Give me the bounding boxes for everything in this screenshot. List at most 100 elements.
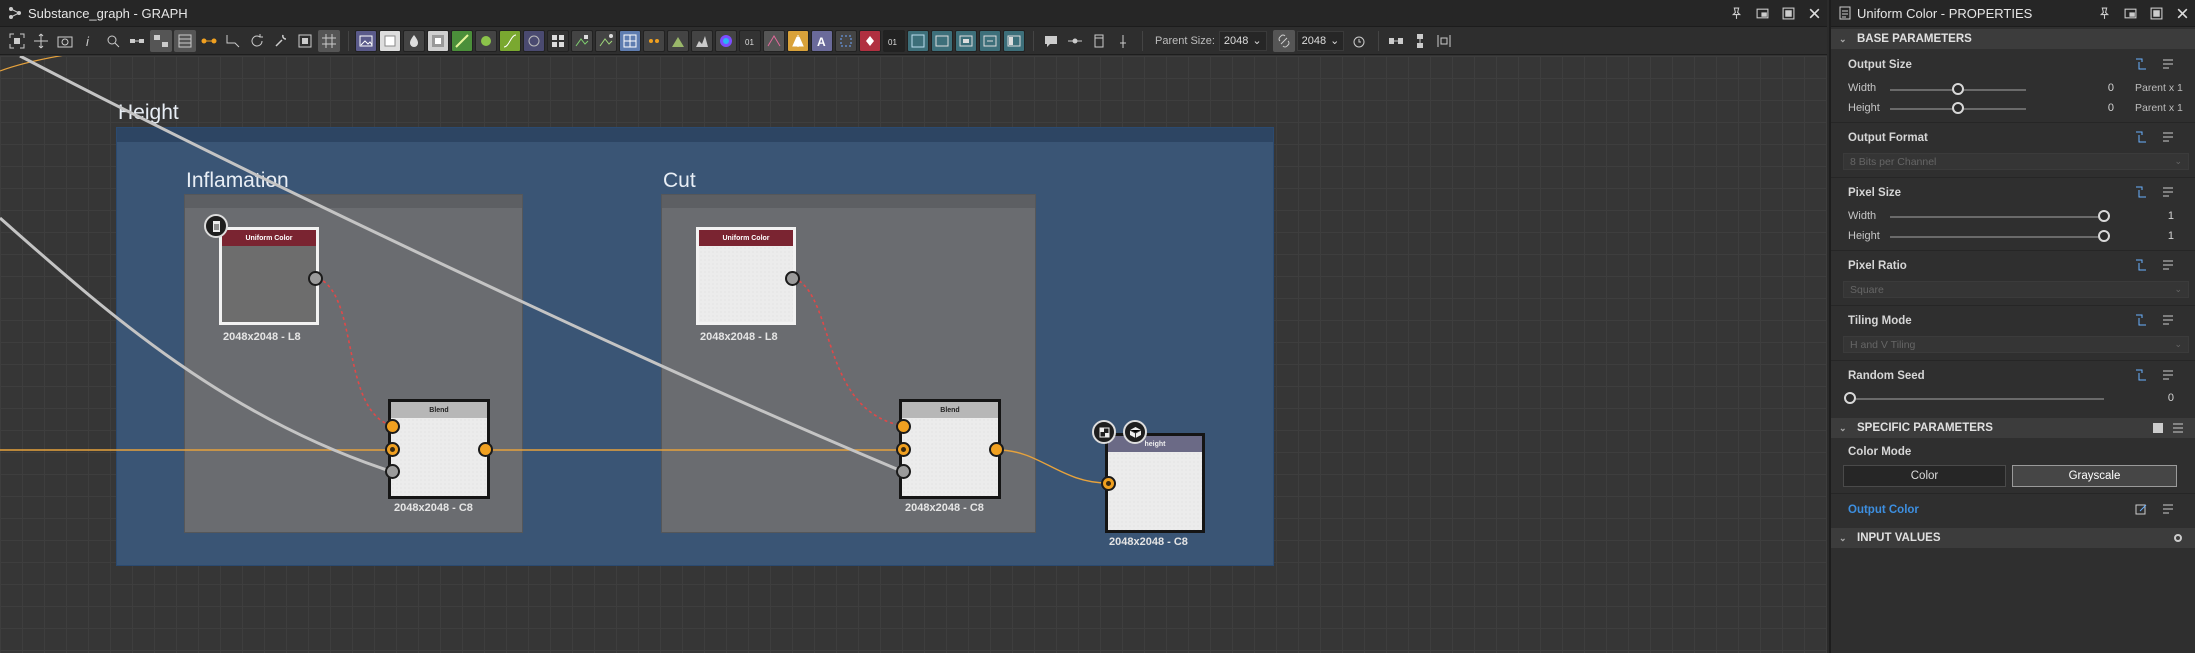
node-uniform-color-2[interactable]: Uniform Color <box>696 227 796 325</box>
wrench-icon[interactable] <box>270 30 292 52</box>
input-gray-icon[interactable] <box>979 29 1001 52</box>
node-uniform-color-1[interactable]: Uniform Color <box>219 227 319 325</box>
inheritance-icon[interactable] <box>2134 130 2148 144</box>
export-icon[interactable] <box>294 30 316 52</box>
output-node-icon[interactable] <box>907 29 929 52</box>
pixel-ratio-select[interactable]: Square ⌄ <box>1843 281 2189 298</box>
histogram-node-icon[interactable] <box>691 29 713 52</box>
output-port[interactable] <box>478 442 493 457</box>
input-image-icon[interactable] <box>931 29 953 52</box>
pan-icon[interactable] <box>30 30 52 52</box>
section-specific-parameters[interactable]: ⌄ SPECIFIC PARAMETERS <box>1831 418 2195 438</box>
pin-icon[interactable] <box>2095 4 2113 22</box>
inheritance-icon[interactable] <box>2134 185 2148 199</box>
curve-node-icon[interactable] <box>499 29 521 52</box>
gear-icon[interactable] <box>2171 531 2185 545</box>
gradient-node-icon[interactable] <box>451 29 473 52</box>
random-seed-slider[interactable] <box>1850 398 2104 400</box>
pixel-height-handle[interactable] <box>2098 230 2110 242</box>
link-red-1[interactable] <box>317 277 394 427</box>
inheritance-icon[interactable] <box>2134 258 2148 272</box>
node-blend-2[interactable]: Blend <box>899 399 1001 499</box>
layout-icon[interactable] <box>150 29 172 52</box>
menu-icon[interactable] <box>2161 185 2175 199</box>
output-format-select[interactable]: 8 Bits per Channel ⌄ <box>1843 153 2189 170</box>
random-seed-value[interactable]: 0 <box>2144 392 2174 404</box>
nodes-icon[interactable] <box>126 30 148 52</box>
menu-icon[interactable] <box>2161 313 2175 327</box>
input-color-icon[interactable] <box>955 29 977 52</box>
link-size-icon[interactable] <box>1272 29 1295 52</box>
tiling-mode-select[interactable]: H and V Tiling ⌄ <box>1843 336 2189 353</box>
search-icon[interactable] <box>102 30 124 52</box>
link-orange-out[interactable] <box>997 449 1109 484</box>
float-icon[interactable] <box>1753 4 1771 22</box>
fit-view-icon[interactable] <box>6 30 28 52</box>
pixel-height-slider[interactable] <box>1890 236 2105 238</box>
close-icon[interactable] <box>1805 4 1823 22</box>
link-orange-icon[interactable] <box>198 30 220 52</box>
drop-node-icon[interactable] <box>403 29 425 52</box>
input-port-mask[interactable] <box>385 464 400 479</box>
mirror-node-icon[interactable] <box>787 29 809 52</box>
input-port-foreground[interactable] <box>385 419 400 434</box>
graph-canvas[interactable]: Height Inflamation Cut Uniform Color 204… <box>0 56 1827 653</box>
color-node-icon[interactable] <box>475 29 497 52</box>
pixel-processor-icon[interactable] <box>619 29 641 52</box>
info-icon[interactable]: i <box>78 30 100 52</box>
pixel-width-value[interactable]: 1 <box>2144 210 2174 222</box>
frame-node-icon[interactable] <box>1003 29 1025 52</box>
pixel-width-slider[interactable] <box>1890 216 2105 218</box>
warp-node-icon[interactable] <box>763 29 785 52</box>
node-height-output[interactable]: height <box>1105 433 1205 533</box>
inheritance-icon[interactable] <box>2134 368 2148 382</box>
input-port-mask[interactable] <box>896 464 911 479</box>
fill-node-icon[interactable] <box>859 29 881 52</box>
color-mode-grayscale-button[interactable]: Grayscale <box>2012 465 2177 487</box>
levels-node-icon[interactable] <box>667 29 689 52</box>
crop-node-icon[interactable] <box>835 29 857 52</box>
output-color-label[interactable]: Output Color <box>1848 504 1919 516</box>
pixel-height-value[interactable]: 1 <box>2144 230 2174 242</box>
pixel-width-handle[interactable] <box>2098 210 2110 222</box>
edit-function-icon[interactable] <box>2134 502 2148 516</box>
parent-size-dropdown[interactable]: 2048 ⌄ <box>1218 30 1267 51</box>
binary-node-icon[interactable]: 01 <box>883 29 905 52</box>
blend-node-icon[interactable] <box>427 29 449 52</box>
input-port-foreground[interactable] <box>896 419 911 434</box>
output-height-value[interactable]: 0 <box>2084 102 2114 114</box>
menu-icon[interactable] <box>2161 368 2175 382</box>
output-width-value[interactable]: 0 <box>2084 82 2114 94</box>
pin-node-icon[interactable] <box>1112 30 1134 52</box>
input-port-background[interactable] <box>896 442 911 457</box>
fx-map-node-icon[interactable] <box>571 29 593 52</box>
menu-icon[interactable] <box>2171 421 2185 435</box>
close-icon[interactable] <box>2173 4 2191 22</box>
graph-node-icon[interactable] <box>595 29 617 52</box>
input-port-background[interactable] <box>385 442 400 457</box>
menu-icon[interactable] <box>2161 57 2175 71</box>
linked-size-dropdown[interactable]: 2048 ⌄ <box>1296 30 1345 51</box>
section-input-values[interactable]: ⌄ INPUT VALUES <box>1831 528 2195 548</box>
output-height-handle[interactable] <box>1952 102 1964 114</box>
align-vertical-icon[interactable] <box>1409 30 1431 52</box>
maximize-icon[interactable] <box>2147 4 2165 22</box>
text-node-icon[interactable]: A <box>811 29 833 52</box>
menu-icon[interactable] <box>2161 130 2175 144</box>
preset-icon[interactable] <box>2151 421 2165 435</box>
inheritance-icon[interactable] <box>2134 57 2148 71</box>
random-seed-handle[interactable] <box>1844 392 1856 404</box>
frame-add-icon[interactable] <box>1088 30 1110 52</box>
input-port[interactable] <box>1101 476 1116 491</box>
output-width-handle[interactable] <box>1952 83 1964 95</box>
output-port[interactable] <box>308 271 323 286</box>
uniform-color-node-icon[interactable] <box>379 29 401 52</box>
maximize-icon[interactable] <box>1779 4 1797 22</box>
menu-icon[interactable] <box>2161 258 2175 272</box>
section-base-parameters[interactable]: ⌄ BASE PARAMETERS <box>1831 29 2195 49</box>
transform-node-icon[interactable] <box>643 29 665 52</box>
dot-node-icon[interactable] <box>1064 30 1086 52</box>
color-mode-color-button[interactable]: Color <box>1843 465 2006 487</box>
align-horizontal-icon[interactable] <box>1385 30 1407 52</box>
menu-icon[interactable] <box>2161 502 2175 516</box>
